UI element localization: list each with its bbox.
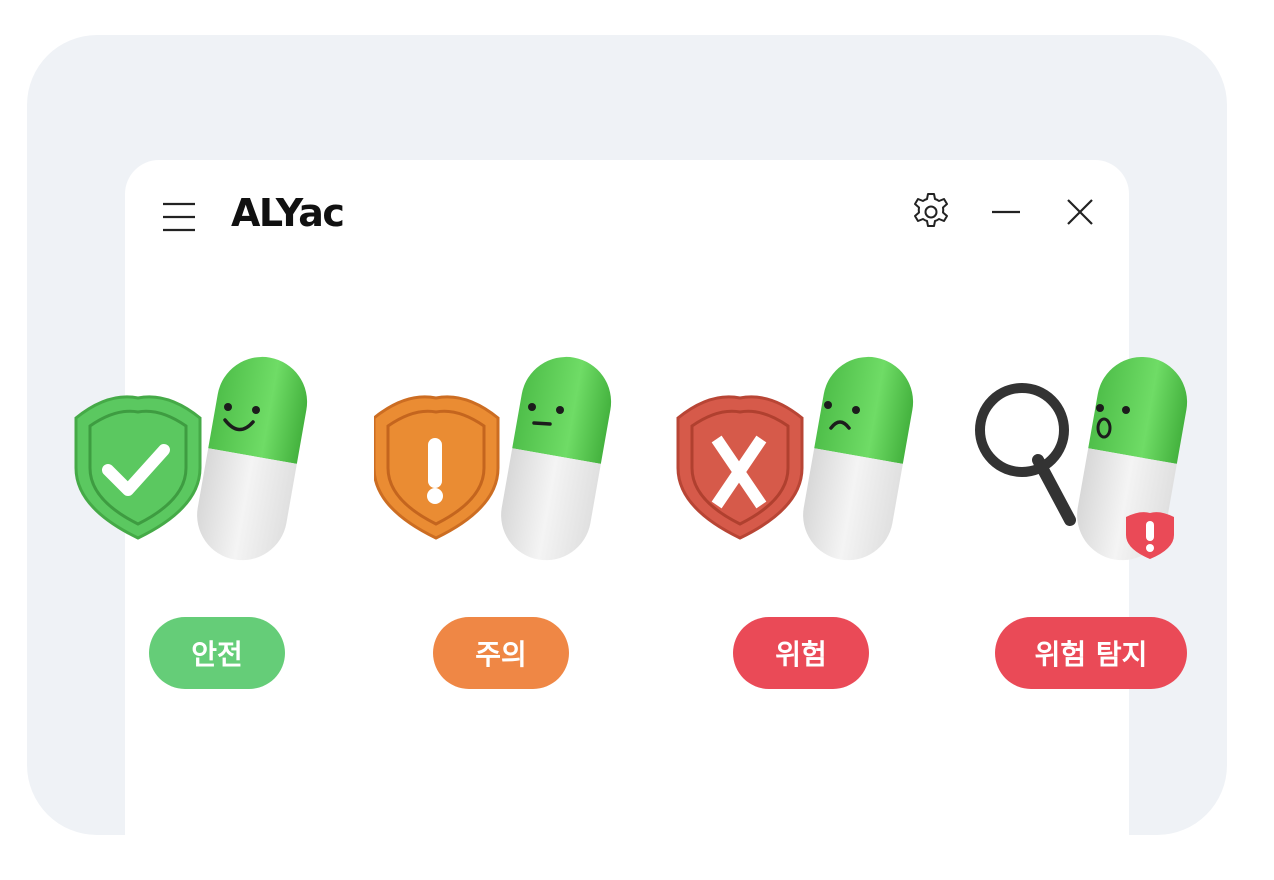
- pill-mascot-sad-icon: [676, 356, 914, 561]
- app-title: ALYac: [231, 191, 345, 235]
- gear-icon[interactable]: [910, 191, 952, 233]
- status-label-caution: 주의: [433, 617, 569, 689]
- hamburger-menu-icon[interactable]: [162, 200, 196, 234]
- status-label-danger: 위험: [733, 617, 869, 689]
- status-danger: [676, 330, 936, 590]
- pill-mascot-smile-icon: [74, 356, 308, 561]
- pill-mascot-surprised-icon: [975, 356, 1188, 561]
- minimize-icon[interactable]: [990, 196, 1022, 228]
- status-label-safe: 안전: [149, 617, 285, 689]
- pill-mascot-neutral-icon: [374, 356, 612, 561]
- status-safe: [70, 330, 330, 590]
- status-caution: [374, 330, 634, 590]
- status-label-threat-detected: 위험 탐지: [995, 617, 1187, 689]
- close-icon[interactable]: [1064, 196, 1096, 228]
- status-threat-detected: [960, 330, 1220, 590]
